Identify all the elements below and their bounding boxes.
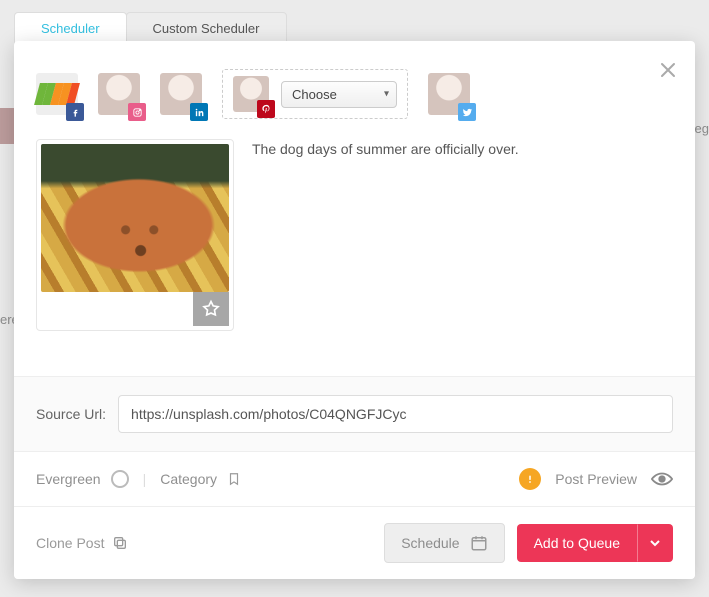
account-pinterest[interactable] [233, 76, 269, 112]
source-url-input[interactable] [118, 395, 673, 433]
facebook-icon [66, 103, 84, 121]
scheduler-modal: Choose ▾ The dog days of summer are offi… [14, 41, 695, 579]
twitter-icon [458, 103, 476, 121]
clone-post-button[interactable]: Clone Post [36, 535, 128, 551]
source-url-label: Source Url: [36, 406, 106, 422]
pinterest-icon [257, 100, 275, 118]
queue-label: Add to Queue [534, 535, 620, 551]
bookmark-icon[interactable] [227, 471, 241, 487]
post-preview-label: Post Preview [555, 471, 637, 487]
copy-icon [112, 535, 128, 551]
clone-post-label: Clone Post [36, 535, 104, 551]
account-facebook[interactable] [36, 73, 78, 115]
divider: | [143, 471, 147, 487]
accounts-row: Choose ▾ [14, 41, 695, 133]
schedule-button[interactable]: Schedule [384, 523, 504, 563]
account-twitter[interactable] [428, 73, 470, 115]
linkedin-icon [190, 103, 208, 121]
schedule-label: Schedule [401, 535, 459, 551]
instagram-icon [128, 103, 146, 121]
evergreen-toggle[interactable] [111, 470, 129, 488]
post-image-card [36, 139, 234, 331]
post-image [41, 144, 229, 292]
pinterest-board-select[interactable]: Choose [281, 81, 397, 108]
pinterest-group: Choose ▾ [222, 69, 408, 119]
add-to-queue-dropdown[interactable] [637, 524, 673, 562]
close-icon[interactable] [659, 61, 677, 82]
eye-icon[interactable] [651, 471, 673, 487]
add-to-queue-button[interactable]: Add to Queue [517, 524, 637, 562]
evergreen-label: Evergreen [36, 471, 101, 487]
account-instagram[interactable] [98, 73, 140, 115]
category-label: Category [160, 471, 217, 487]
calendar-icon [470, 534, 488, 552]
warning-icon[interactable] [519, 468, 541, 490]
favorite-button[interactable] [193, 292, 229, 326]
post-caption[interactable]: The dog days of summer are officially ov… [252, 139, 519, 157]
caret-down-icon [650, 538, 660, 548]
account-linkedin[interactable] [160, 73, 202, 115]
